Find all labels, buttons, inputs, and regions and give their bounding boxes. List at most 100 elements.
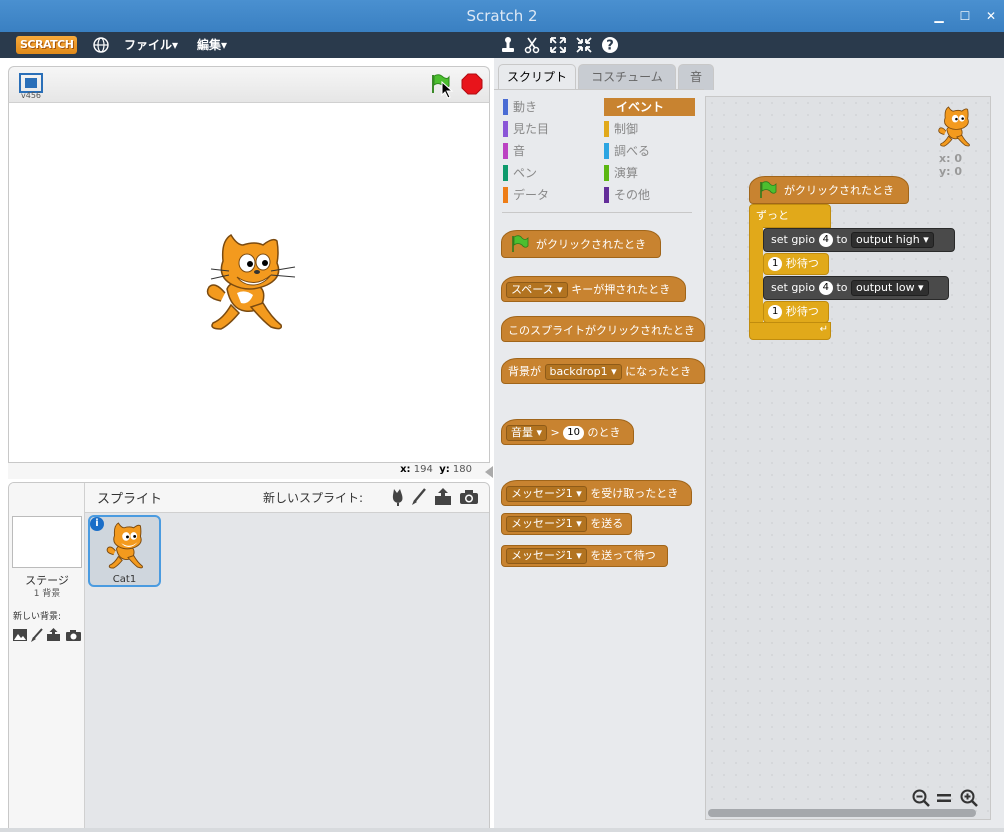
forever-block[interactable]: ずっと (749, 204, 831, 228)
script-when-flag-clicked-block[interactable]: がクリックされたとき (749, 176, 909, 204)
stop-icon[interactable] (461, 73, 483, 95)
shrink-icon[interactable] (575, 36, 593, 54)
category-label: 音 (513, 144, 526, 158)
set-gpio-high-block[interactable]: set gpio 4 to output high ▾ (763, 228, 955, 252)
file-menu[interactable]: ファイル▾ (124, 32, 178, 58)
message-dropdown[interactable]: メッセージ1 ▾ (506, 548, 587, 564)
wait-seconds-input[interactable]: 1 (768, 257, 783, 271)
broadcast-and-wait-block[interactable]: メッセージ1 ▾ を送って待つ (501, 545, 668, 567)
maximize-button[interactable]: ☐ (958, 9, 972, 23)
stage-canvas[interactable] (8, 102, 490, 463)
zoom-in-icon[interactable] (960, 789, 978, 807)
block-text: がクリックされたとき (536, 238, 646, 251)
when-flag-clicked-block[interactable]: がクリックされたとき (501, 230, 661, 258)
sensor-dropdown[interactable]: 音量 ▾ (506, 425, 548, 441)
when-loudness-block[interactable]: 音量 ▾ > 10 のとき (501, 419, 634, 445)
category-pen[interactable]: ペン (503, 164, 537, 182)
presentation-mode-icon[interactable] (19, 73, 43, 93)
stage-thumbnail[interactable] (12, 516, 82, 568)
backdrop-dropdown[interactable]: backdrop1 ▾ (544, 364, 622, 380)
category-sensing[interactable]: 調べる (604, 142, 650, 160)
palette-divider (502, 212, 692, 213)
choose-backdrop-icon[interactable] (13, 629, 27, 641)
delete-scissors-icon[interactable] (523, 36, 541, 54)
green-flag-icon (760, 181, 777, 198)
wait-block[interactable]: 1 秒待つ (763, 253, 829, 275)
tab-sounds[interactable]: 音 (678, 64, 714, 90)
dropdown-value: メッセージ1 (511, 549, 573, 562)
key-dropdown[interactable]: スペース ▾ (506, 282, 568, 298)
gpio-pin-input[interactable]: 4 (818, 233, 833, 247)
category-operators[interactable]: 演算 (604, 164, 638, 182)
sprite-x-readout: x: 0 (939, 152, 962, 165)
when-receive-block[interactable]: メッセージ1 ▾ を受け取ったとき (501, 480, 692, 506)
when-sprite-clicked-block[interactable]: このスプライトがクリックされたとき (501, 316, 705, 342)
threshold-input[interactable]: 10 (563, 426, 584, 440)
broadcast-block[interactable]: メッセージ1 ▾ を送る (501, 513, 632, 535)
dropdown-value: backdrop1 (549, 365, 608, 378)
choose-sprite-icon[interactable] (389, 488, 407, 506)
close-button[interactable]: ✕ (984, 9, 998, 23)
grow-icon[interactable] (549, 36, 567, 54)
category-label: 調べる (614, 144, 651, 158)
sprite-library-pane: スプライト 新しいスプライト: ステージ 1 背景 新しい背景: i Cat1 (8, 482, 490, 829)
sprite-item-cat1[interactable]: i Cat1 (88, 515, 161, 587)
category-data[interactable]: データ (503, 186, 549, 204)
y-value: 180 (452, 464, 472, 475)
category-color-swatch (604, 121, 609, 137)
green-flag-icon (512, 235, 529, 252)
category-motion[interactable]: 動き (503, 98, 537, 116)
horizontal-scrollbar[interactable] (708, 809, 976, 817)
block-text: > (550, 426, 560, 439)
category-more-blocks[interactable]: その他 (604, 186, 650, 204)
tab-scripts[interactable]: スクリプト (498, 64, 576, 90)
cat-sprite[interactable] (201, 231, 297, 335)
duplicate-stamp-icon[interactable] (499, 36, 517, 54)
category-looks[interactable]: 見た目 (503, 120, 549, 138)
category-color-swatch (604, 165, 609, 181)
help-icon[interactable]: ? (601, 36, 619, 54)
wait-seconds-input[interactable]: 1 (768, 305, 783, 319)
upload-sprite-icon[interactable] (433, 487, 453, 507)
window-title: Scratch 2 (466, 7, 538, 25)
gpio-pin-input[interactable]: 4 (818, 281, 833, 295)
block-text: ずっと (756, 209, 789, 222)
upload-backdrop-icon[interactable] (46, 628, 61, 642)
dropdown-value: スペース (511, 283, 554, 296)
menubar: SCRATCH ファイル▾ 編集▾ ? (0, 32, 1004, 58)
backdrop-camera-icon[interactable] (66, 629, 81, 642)
block-text: to (836, 281, 848, 294)
zoom-out-icon[interactable] (912, 789, 930, 807)
block-text: キーが押されたとき (571, 283, 671, 296)
category-sound[interactable]: 音 (503, 142, 525, 160)
edit-menu[interactable]: 編集▾ (197, 32, 227, 58)
gpio-state-dropdown[interactable]: output low ▾ (851, 280, 929, 296)
scratch-logo[interactable]: SCRATCH (16, 36, 78, 54)
camera-icon[interactable] (459, 488, 479, 506)
set-gpio-low-block[interactable]: set gpio 4 to output low ▾ (763, 276, 949, 300)
category-events-selected[interactable]: イベント (604, 98, 695, 116)
gpio-state-dropdown[interactable]: output high ▾ (851, 232, 934, 248)
block-text: set (771, 281, 788, 294)
when-key-pressed-block[interactable]: スペース ▾ キーが押されたとき (501, 276, 686, 302)
language-globe-icon[interactable] (92, 36, 110, 54)
category-control[interactable]: 制御 (604, 120, 638, 138)
category-label: イベント (616, 100, 665, 114)
when-backdrop-switches-block[interactable]: 背景が backdrop1 ▾ になったとき (501, 358, 705, 384)
block-text: 秒待つ (785, 305, 819, 318)
paint-backdrop-icon[interactable] (31, 628, 43, 642)
tab-costumes[interactable]: コスチューム (578, 64, 676, 90)
zoom-reset-icon[interactable] (937, 791, 951, 805)
sprite-info-button[interactable]: i (90, 517, 104, 531)
stage-header: v456 (8, 66, 490, 102)
wait-block[interactable]: 1 秒待つ (763, 301, 829, 323)
paint-brush-icon[interactable] (411, 488, 427, 506)
minimize-button[interactable]: ▁ (932, 9, 946, 23)
message-dropdown[interactable]: メッセージ1 ▾ (506, 486, 587, 502)
category-color-swatch (503, 187, 508, 203)
script-canvas[interactable]: x: 0 y: 0 (705, 96, 991, 820)
x-value: 194 (413, 464, 433, 475)
category-label: 演算 (614, 166, 639, 180)
message-dropdown[interactable]: メッセージ1 ▾ (506, 516, 587, 532)
category-label: 見た目 (513, 122, 550, 136)
